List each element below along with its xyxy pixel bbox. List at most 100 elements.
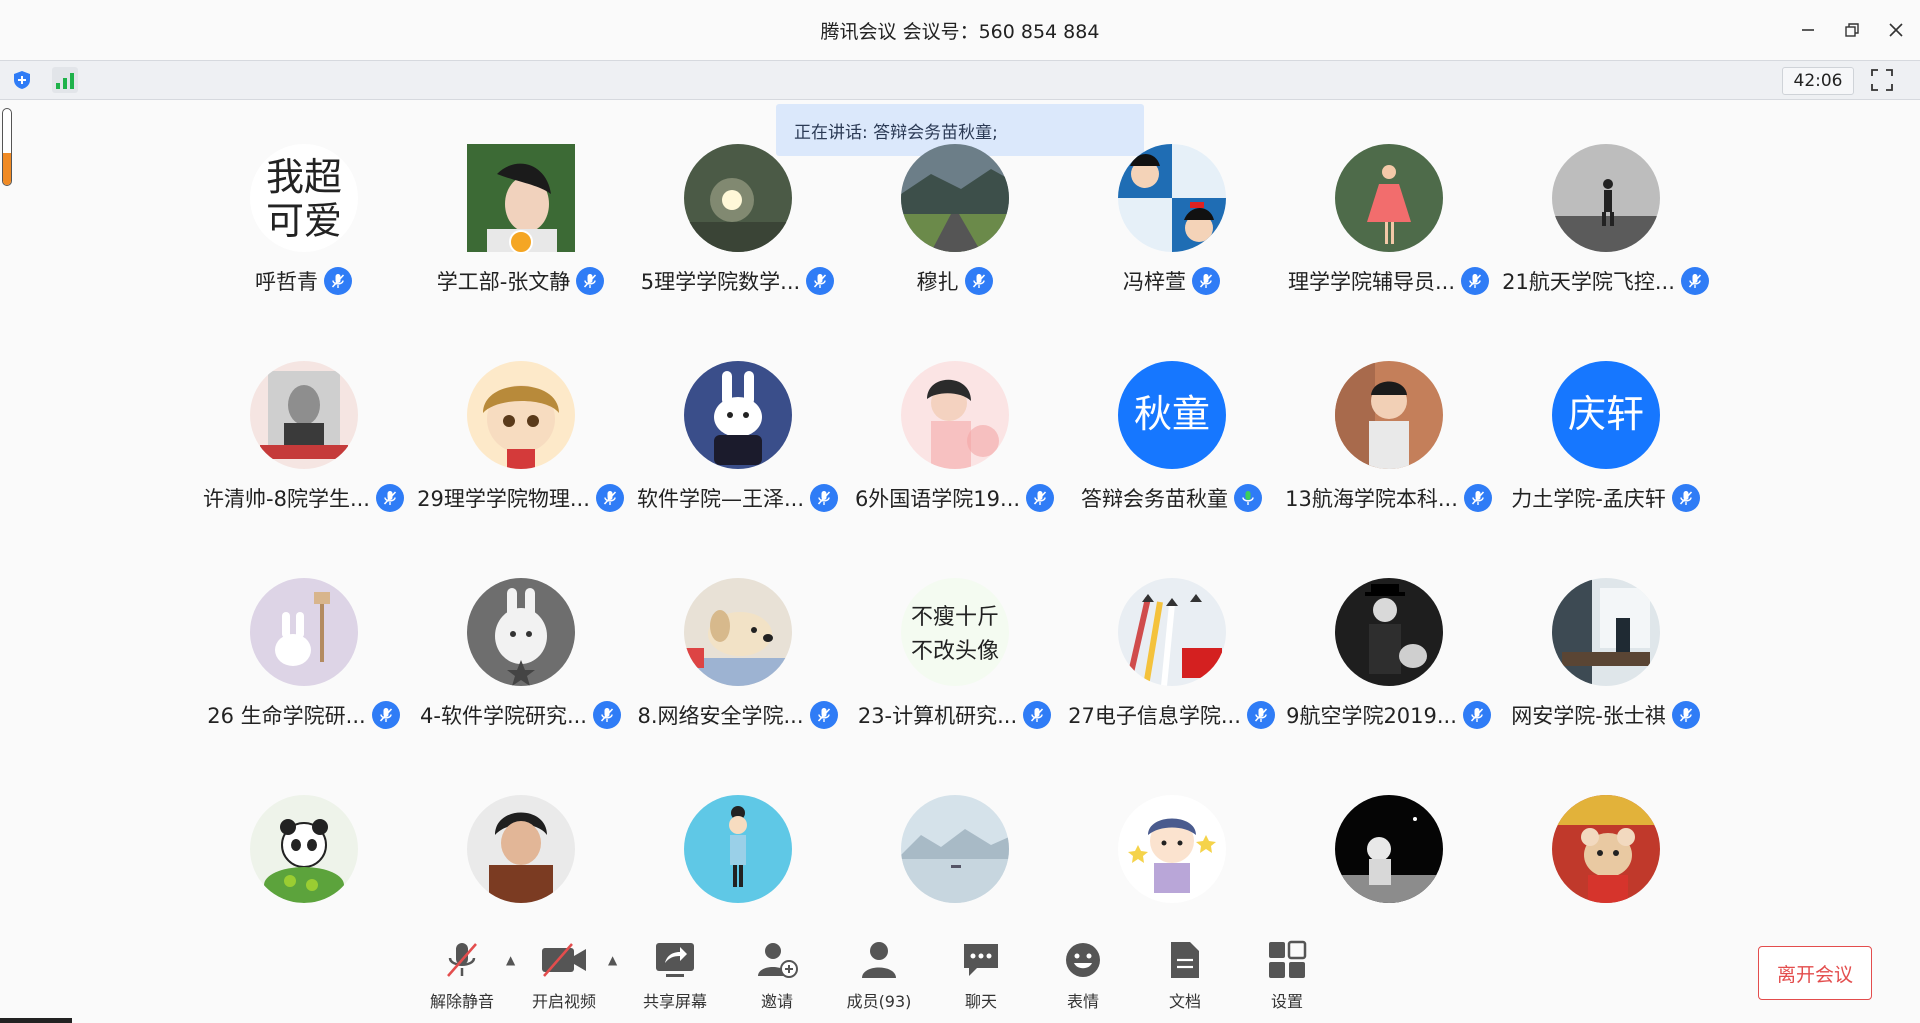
- participant-tile[interactable]: [1280, 795, 1497, 903]
- participant-tile[interactable]: 软件学院—王泽...: [629, 361, 846, 513]
- chat-button[interactable]: 聊天: [931, 936, 1031, 1012]
- participant-tile[interactable]: 许清帅-8院学生...: [195, 361, 412, 513]
- mic-muted-icon: [375, 484, 404, 512]
- avatar: [1117, 578, 1226, 686]
- participant-tile[interactable]: 29理学学院物理...: [412, 361, 629, 513]
- docs-button[interactable]: 文档: [1135, 936, 1235, 1012]
- participant-tile[interactable]: [1063, 795, 1280, 903]
- avatar: [900, 144, 1009, 252]
- mic-muted-icon: [809, 701, 838, 729]
- members-button[interactable]: 成员(93): [829, 936, 929, 1012]
- participant-name-row: 学工部-张文静: [412, 266, 629, 296]
- avatar: [900, 361, 1009, 469]
- participant-tile[interactable]: [629, 795, 846, 903]
- signal-icon[interactable]: [52, 67, 78, 93]
- video-options-chevron-icon[interactable]: ▲: [608, 953, 617, 967]
- participant-tile[interactable]: 我超 可爱 呼哲青: [195, 144, 412, 296]
- chat-icon: [931, 936, 1031, 984]
- close-icon[interactable]: [1882, 16, 1910, 44]
- mic-active-icon: [1234, 484, 1262, 512]
- avatar: [1117, 795, 1226, 903]
- participant-tile[interactable]: 8.网络安全学院...: [629, 578, 846, 730]
- participant-name-row: 答辩会务苗秋童: [1063, 483, 1280, 513]
- participant-tile[interactable]: 不瘦十斤不改头像 23-计算机研究...: [846, 578, 1063, 730]
- avatar: [249, 361, 358, 469]
- participant-name-row: 4-软件学院研究...: [412, 700, 629, 730]
- participant-tile[interactable]: 6外国语学院19...: [846, 361, 1063, 513]
- restore-icon[interactable]: [1838, 16, 1866, 44]
- mic-muted-icon: [412, 936, 512, 984]
- participant-tile[interactable]: 27电子信息学院...: [1063, 578, 1280, 730]
- avatar: [683, 144, 792, 252]
- participant-name: 穆扎: [916, 270, 959, 294]
- video-off-icon: [514, 936, 614, 984]
- participant-name: 21航天学院飞控...: [1502, 270, 1675, 294]
- share-screen-icon: [625, 936, 725, 984]
- participant-name: 26 生命学院研...: [207, 704, 366, 728]
- participant-tile[interactable]: 5理学学院数学...: [629, 144, 846, 296]
- participant-tile[interactable]: 庆轩力土学院-孟庆轩: [1497, 361, 1714, 513]
- mic-muted-icon: [806, 267, 835, 295]
- svg-text:可爱: 可爱: [265, 199, 341, 243]
- svg-text:庆轩: 庆轩: [1567, 392, 1643, 436]
- participant-tile[interactable]: 冯梓萱: [1063, 144, 1280, 296]
- start-video-button[interactable]: 开启视频: [514, 936, 614, 1012]
- participant-tile[interactable]: 9航空学院2019...: [1280, 578, 1497, 730]
- avatar: [1551, 795, 1660, 903]
- invite-label: 邀请: [760, 992, 793, 1011]
- participant-name-row: 9航空学院2019...: [1280, 700, 1497, 730]
- participant-tile[interactable]: 26 生命学院研...: [195, 578, 412, 730]
- participant-tile[interactable]: 21航天学院飞控...: [1497, 144, 1714, 296]
- avatar: [1551, 578, 1660, 686]
- mic-muted-icon: [810, 484, 839, 512]
- participant-tile[interactable]: 学工部-张文静: [412, 144, 629, 296]
- participant-name: 4-软件学院研究...: [420, 704, 587, 728]
- participant-tile[interactable]: [1497, 795, 1714, 903]
- signal-bar: [63, 78, 67, 89]
- mic-muted-icon: [1462, 701, 1491, 729]
- avatar: [1117, 144, 1226, 252]
- mic-muted-icon: [1461, 267, 1490, 295]
- participant-tile[interactable]: 理学学院辅导员...: [1280, 144, 1497, 296]
- svg-text:不瘦十斤: 不瘦十斤: [910, 605, 998, 630]
- mic-muted-icon: [1671, 701, 1700, 729]
- invite-button[interactable]: 邀请: [727, 936, 827, 1012]
- settings-button[interactable]: 设置: [1237, 936, 1337, 1012]
- participant-tile[interactable]: [846, 795, 1063, 903]
- participant-tile[interactable]: 秋童 答辩会务苗秋童: [1063, 361, 1280, 513]
- participant-tile[interactable]: 穆扎: [846, 144, 1063, 296]
- participant-tile[interactable]: [412, 795, 629, 903]
- participant-tile[interactable]: [195, 795, 412, 903]
- minimize-icon[interactable]: [1794, 16, 1822, 44]
- participant-name-row: 理学学院辅导员...: [1280, 266, 1497, 296]
- share-screen-button[interactable]: 共享屏幕: [625, 936, 725, 1012]
- settings-grid-icon: [1237, 936, 1337, 984]
- participant-name-row: 29理学学院物理...: [412, 483, 629, 513]
- avatar: [466, 144, 575, 254]
- avatar: [466, 578, 575, 686]
- fullscreen-icon[interactable]: [1868, 67, 1896, 93]
- avatar: [249, 795, 358, 903]
- participant-tile[interactable]: 网安学院-张士祺: [1497, 578, 1714, 730]
- participant-name: 23-计算机研究...: [857, 704, 1018, 728]
- participant-tile[interactable]: 13航海学院本科...: [1280, 361, 1497, 513]
- host-badge-icon: [508, 230, 533, 254]
- participant-tile[interactable]: 4-软件学院研究...: [412, 578, 629, 730]
- leave-meeting-button[interactable]: 离开会议: [1758, 946, 1872, 1000]
- svg-text:我超: 我超: [265, 155, 341, 199]
- participant-name: 网安学院-张士祺: [1511, 704, 1666, 728]
- avatar: 秋童: [1117, 361, 1226, 469]
- mic-muted-icon: [324, 267, 352, 295]
- shield-icon[interactable]: [12, 70, 32, 90]
- avatar: [683, 795, 792, 903]
- svg-text:不改头像: 不改头像: [910, 639, 998, 664]
- mic-muted-icon: [1671, 484, 1700, 512]
- avatar: [683, 361, 792, 469]
- unmute-button[interactable]: 解除静音: [412, 936, 512, 1012]
- participant-name: 力土学院-孟庆轩: [1511, 487, 1666, 511]
- participant-name-row: 21航天学院飞控...: [1497, 266, 1714, 296]
- mic-muted-icon: [595, 484, 624, 512]
- mic-muted-icon: [964, 267, 993, 295]
- emoji-button[interactable]: 表情: [1033, 936, 1133, 1012]
- participant-name: 5理学学院数学...: [640, 270, 801, 294]
